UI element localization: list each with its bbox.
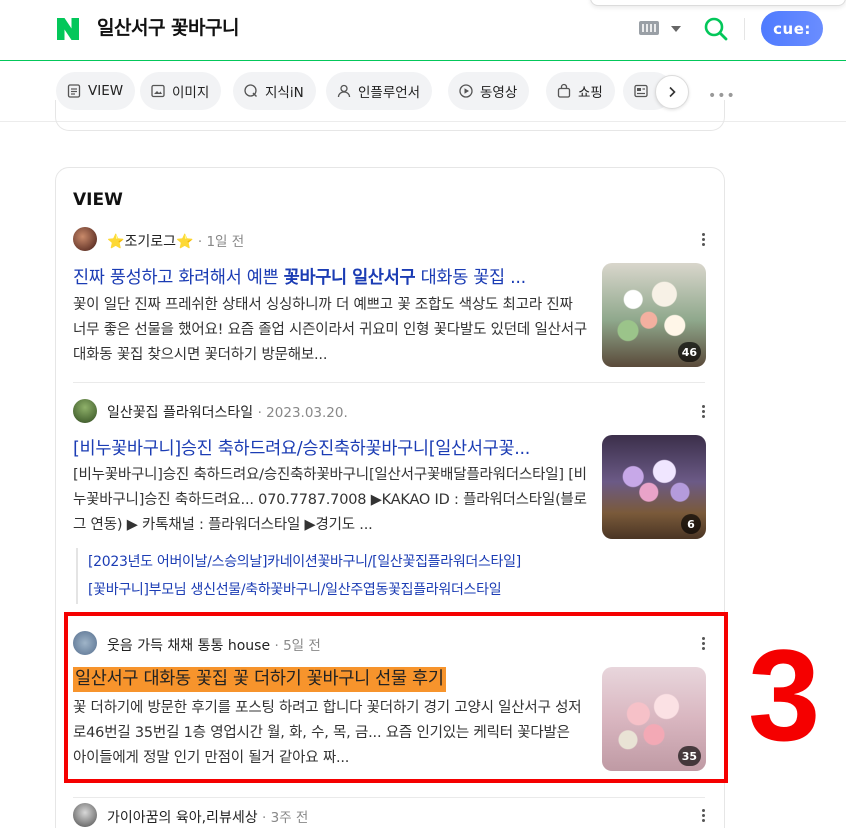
post-title-link[interactable]: [비누꽃바구니]승진 축하드려요/승진축하꽃바구니[일산서구꽃... — [73, 435, 587, 460]
star-icon: ⭐ — [107, 234, 125, 250]
post-author[interactable]: 웃음 가득 채채 통통 house · 5일 전 — [107, 634, 321, 655]
post-title-link-highlighted[interactable]: 일산서구 대화동 꽃집 꽃 더하기 꽃바구니 선물 후기 — [73, 667, 446, 692]
author-name[interactable]: 웃음 가득 채채 통통 house — [107, 638, 270, 654]
bag-icon — [557, 83, 571, 98]
avatar[interactable] — [73, 227, 97, 251]
related-posts: [2023년도 어버이날/스승의날]카네이션꽃바구니/[일산꽃집플라워더스타일]… — [76, 548, 521, 604]
kebab-menu-icon[interactable] — [702, 637, 706, 651]
post-date: · 1일 전 — [197, 234, 245, 250]
chevron-right-icon — [669, 86, 676, 98]
post-divider — [73, 382, 705, 383]
chevron-down-icon[interactable] — [671, 26, 681, 32]
post-description[interactable]: [비누꽃바구니]승진 축하드려요/승진축하꽃바구니[일산서구꽃배달플라워더스타일… — [73, 463, 587, 538]
post-description[interactable]: 꽃이 일단 진짜 프레쉬한 상태서 싱싱하니까 더 예쁘고 꽃 조합도 색상도 … — [73, 293, 587, 368]
post-title-link[interactable]: 진짜 풍성하고 화려해서 예쁜 꽃바구니 일산서구 대화동 꽃집 ... — [73, 264, 587, 289]
person-icon — [337, 84, 351, 98]
author-name[interactable]: 조기로그 — [124, 234, 176, 250]
star-icon: ⭐ — [175, 234, 194, 250]
avatar[interactable] — [73, 399, 97, 423]
doc-icon — [67, 84, 81, 98]
post-date: · 2023.03.20. — [257, 405, 348, 421]
related-post-link[interactable]: [꽃바구니]부모님 생신선물/축하꽃바구니/일산주엽동꽃집플라워더스타일 — [88, 576, 521, 604]
cue-button[interactable]: cue: — [761, 11, 823, 46]
qna-icon — [244, 84, 257, 97]
search-header: 일산서구 꽃바구니 cue: — [0, 0, 846, 61]
post-thumbnail[interactable]: 35 — [602, 667, 706, 771]
annotation-label: 3 — [748, 622, 821, 768]
author-name[interactable]: 일산꽃집 플라워더스타일 — [107, 405, 253, 421]
kebab-menu-icon[interactable] — [702, 405, 706, 419]
tab-label: 동영상 — [480, 85, 518, 101]
post-thumbnail[interactable]: 6 — [602, 435, 706, 539]
image-count-badge: 35 — [677, 746, 701, 766]
image-count-badge: 6 — [681, 514, 701, 534]
avatar[interactable] — [73, 631, 97, 655]
related-post-link[interactable]: [2023년도 어버이날/스승의날]카네이션꽃바구니/[일산꽃집플라워더스타일] — [88, 548, 521, 576]
popup-edge — [590, 0, 846, 6]
previous-section-card — [55, 100, 725, 131]
play-icon — [459, 84, 473, 98]
tab-label: 이미지 — [172, 85, 210, 101]
tab-label: 지식iN — [265, 85, 304, 101]
post-thumbnail[interactable]: 46 — [602, 263, 706, 367]
news-icon — [634, 84, 648, 98]
post-author[interactable]: 가이아꿈의 육아,리뷰세상 · 3주 전 — [107, 806, 308, 827]
keyboard-icon[interactable] — [639, 21, 659, 35]
avatar[interactable] — [73, 803, 97, 827]
post-author[interactable]: 일산꽃집 플라워더스타일 · 2023.03.20. — [107, 402, 348, 422]
kebab-menu-icon[interactable] — [702, 809, 706, 823]
tab-label: 쇼핑 — [578, 85, 603, 101]
post-divider — [73, 797, 705, 798]
post-date: · 3주 전 — [262, 810, 309, 826]
search-icon[interactable] — [703, 16, 729, 42]
naver-logo-icon[interactable] — [55, 16, 81, 42]
header-divider — [744, 18, 745, 40]
search-query[interactable]: 일산서구 꽃바구니 — [97, 13, 239, 40]
kebab-menu-icon[interactable] — [702, 233, 706, 247]
post-date: · 5일 전 — [274, 638, 321, 654]
image-icon — [151, 84, 165, 98]
tab-label: VIEW — [88, 83, 124, 99]
author-name[interactable]: 가이아꿈의 육아,리뷰세상 — [107, 810, 258, 826]
post-author[interactable]: ⭐조기로그⭐ · 1일 전 — [107, 230, 244, 251]
post-description[interactable]: 꽃 더하기에 방문한 후기를 포스팅 하려고 합니다 꽃더하기 경기 고양시 일… — [73, 696, 587, 771]
tab-label: 인플루언서 — [358, 85, 421, 101]
image-count-badge: 46 — [677, 342, 701, 362]
section-title: VIEW — [73, 190, 123, 210]
